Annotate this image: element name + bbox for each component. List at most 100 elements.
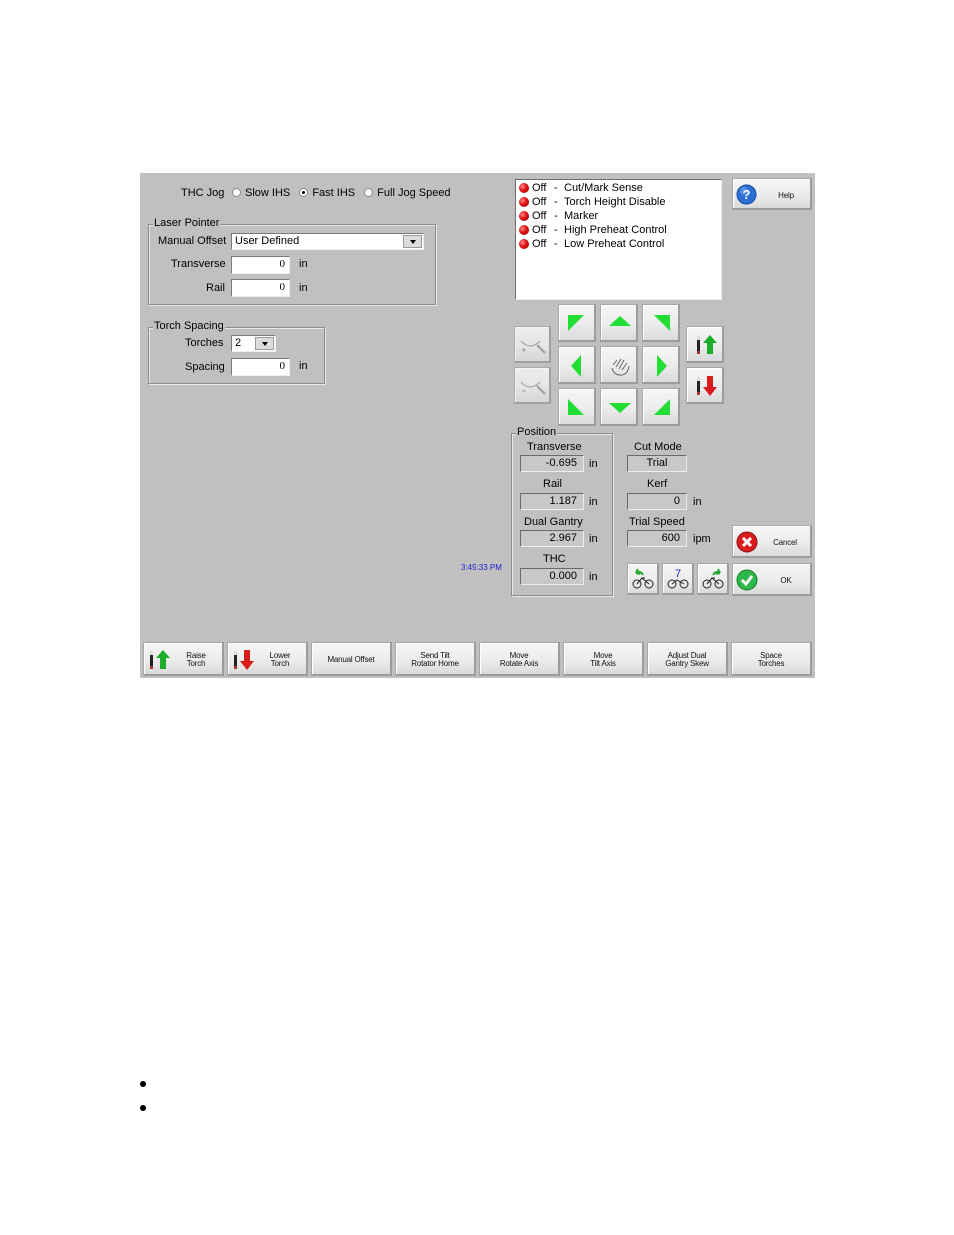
thc-jog-label: THC Jog xyxy=(181,187,225,199)
softkey-label: Manual Offset xyxy=(327,655,375,664)
button-label: Cancel xyxy=(773,538,797,547)
spacing-label: Spacing xyxy=(185,361,225,373)
trial-speed-value: 600 xyxy=(627,530,687,547)
rail-offset-input[interactable]: 0 xyxy=(231,279,290,297)
manual-offset-softkey[interactable]: Manual Offset xyxy=(311,642,392,676)
speed-decrease-button[interactable] xyxy=(627,563,659,595)
arrow-right-icon xyxy=(657,355,667,377)
io-status-list[interactable]: Off - Cut/Mark Sense Off - Torch Height Disa… xyxy=(515,179,722,300)
move-rotate-axis-softkey[interactable]: Move Rotate Axis xyxy=(479,642,560,676)
send-tilt-rotator-home-softkey[interactable]: Send Tilt Rotator Home xyxy=(395,642,476,676)
softkey-line2: Rotate Axis xyxy=(499,659,539,668)
bullet-marker xyxy=(140,1081,146,1087)
red-led-icon xyxy=(519,183,529,193)
red-led-icon xyxy=(519,225,529,235)
radio-label: Full Jog Speed xyxy=(377,187,451,199)
arrow-left-icon xyxy=(571,355,581,377)
position-dual-gantry-value: 2.967 xyxy=(520,530,584,547)
status-name: Torch Height Disable xyxy=(564,196,666,208)
position-dual-gantry-label: Dual Gantry xyxy=(524,516,583,528)
radio-circle[interactable] xyxy=(299,187,309,197)
move-tilt-axis-softkey[interactable]: Move Tilt Axis xyxy=(563,642,644,676)
position-thc-label: THC xyxy=(543,553,566,565)
radio-label: Fast IHS xyxy=(312,187,356,199)
unit-label: in xyxy=(693,496,702,508)
unit-label: in xyxy=(299,282,308,294)
bicycle-number-icon: 7 xyxy=(667,568,689,589)
red-led-icon xyxy=(519,211,529,221)
group-title: Laser Pointer xyxy=(153,217,221,229)
position-transverse-label: Transverse xyxy=(527,441,582,453)
radio-full-jog-speed[interactable]: Full Jog Speed xyxy=(358,187,451,199)
lower-torch-small-button[interactable] xyxy=(686,367,724,404)
softkey-label: Adjust Dual Gantry Skew xyxy=(648,652,726,668)
raise-torch-icon xyxy=(150,650,170,669)
thc-setup-screen: THC Jog Slow IHS Fast IHS Full Jog Speed… xyxy=(140,173,815,678)
status-separator: - xyxy=(554,182,558,194)
torches-label: Torches xyxy=(185,337,224,349)
arrow-down-left-icon xyxy=(568,399,584,415)
spacing-input[interactable]: 0 xyxy=(231,358,290,376)
unit-label: in xyxy=(589,496,598,508)
radio-fast-ihs[interactable]: Fast IHS xyxy=(293,187,355,199)
radio-slow-ihs[interactable]: Slow IHS xyxy=(226,187,290,199)
help-button[interactable]: ? Help xyxy=(732,178,812,210)
jog-down-right-button[interactable] xyxy=(642,388,680,426)
raise-torch-softkey[interactable]: Raise Torch xyxy=(143,642,224,676)
lower-torch-icon xyxy=(697,376,717,396)
lower-torch-softkey[interactable]: Lower Torch xyxy=(227,642,308,676)
button-label: Help xyxy=(778,191,794,200)
torches-select[interactable]: 2 xyxy=(231,335,276,352)
torch-arc-up-icon xyxy=(520,340,546,354)
chevron-down-icon[interactable] xyxy=(403,235,422,248)
torch-lift-up-button[interactable] xyxy=(514,326,551,363)
cut-mode-value: Trial xyxy=(627,455,687,472)
softkey-label: Raise Torch xyxy=(174,652,218,668)
kerf-label: Kerf xyxy=(647,478,668,490)
speed-increase-button[interactable] xyxy=(697,563,729,595)
arrow-up-icon xyxy=(609,316,631,326)
softkey-line2: Torch xyxy=(186,659,206,668)
manual-offset-select[interactable]: User Defined xyxy=(231,233,424,250)
unit-label: in xyxy=(589,533,598,545)
status-name: Low Preheat Control xyxy=(564,238,665,250)
jog-down-button[interactable] xyxy=(600,388,638,426)
radio-circle[interactable] xyxy=(364,187,374,197)
space-torches-softkey[interactable]: Space Torches xyxy=(731,642,812,676)
transverse-label: Transverse xyxy=(171,258,226,270)
jog-up-right-button[interactable] xyxy=(642,304,680,342)
jog-up-button[interactable] xyxy=(600,304,638,342)
torch-lift-down-button[interactable] xyxy=(514,367,551,404)
unit-label: in xyxy=(589,571,598,583)
group-title: Position xyxy=(516,426,558,438)
cancel-button[interactable]: Cancel xyxy=(732,525,812,558)
radio-circle[interactable] xyxy=(232,187,241,197)
unit-label: ipm xyxy=(693,533,711,545)
status-separator: - xyxy=(554,210,558,222)
select-value: 2 xyxy=(235,337,242,349)
adjust-dual-gantry-skew-softkey[interactable]: Adjust Dual Gantry Skew xyxy=(647,642,728,676)
status-state: Off xyxy=(532,238,547,250)
chevron-down-icon[interactable] xyxy=(255,337,274,350)
position-thc-value: 0.000 xyxy=(520,568,584,585)
softkey-line2: Tilt Axis xyxy=(590,659,616,668)
unit-label: in xyxy=(299,258,308,270)
manual-jog-button[interactable] xyxy=(600,346,638,384)
trial-speed-label: Trial Speed xyxy=(629,516,685,528)
transverse-offset-input[interactable]: 0 xyxy=(231,256,290,274)
bullet-marker xyxy=(140,1105,146,1111)
arrow-down-icon xyxy=(609,403,631,413)
select-value: User Defined xyxy=(235,235,300,247)
jog-down-left-button[interactable] xyxy=(558,388,596,426)
jog-left-button[interactable] xyxy=(558,346,596,384)
softkey-label: Lower Torch xyxy=(258,652,302,668)
softkey-label: Send Tilt Rotator Home xyxy=(396,652,474,668)
raise-torch-small-button[interactable] xyxy=(686,326,724,363)
speed-preset-button[interactable]: 7 xyxy=(662,563,694,595)
unit-label: in xyxy=(589,458,598,470)
red-led-icon xyxy=(519,239,529,249)
jog-right-button[interactable] xyxy=(642,346,680,384)
ok-button[interactable]: OK xyxy=(732,563,812,596)
jog-up-left-button[interactable] xyxy=(558,304,596,342)
status-name: Marker xyxy=(564,210,599,222)
